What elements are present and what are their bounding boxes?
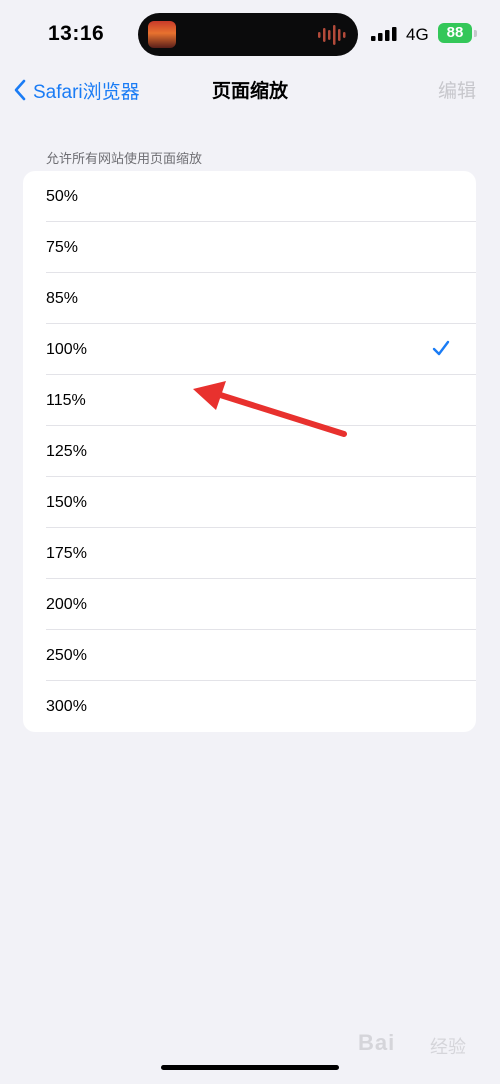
watermark-brand: Bai	[358, 1030, 396, 1055]
zoom-option-label: 50%	[46, 188, 79, 205]
zoom-option-row[interactable]: 125%	[23, 426, 476, 477]
cellular-signal-icon	[371, 27, 397, 41]
navigation-bar: Safari浏览器 页面缩放 编辑	[0, 70, 500, 110]
page-title: 页面缩放	[211, 81, 288, 102]
network-type: 4G	[406, 25, 429, 44]
watermark: Bai 经验	[358, 1022, 478, 1062]
zoom-option-row[interactable]: 75%	[23, 222, 476, 273]
zoom-option-row[interactable]: 85%	[23, 273, 476, 324]
zoom-option-label: 115%	[46, 392, 86, 409]
zoom-option-label: 200%	[46, 596, 87, 613]
audio-waveform-icon	[318, 25, 346, 45]
edit-button[interactable]: 编辑	[438, 76, 476, 103]
zoom-option-label: 175%	[46, 545, 87, 562]
watermark-sub: 经验	[430, 1037, 466, 1057]
status-bar: 13:16 4G 88	[0, 0, 500, 70]
zoom-option-row[interactable]: 200%	[23, 579, 476, 630]
status-time: 13:16	[48, 22, 105, 45]
home-indicator[interactable]	[161, 1065, 339, 1070]
zoom-option-label: 125%	[46, 443, 87, 460]
zoom-option-label: 250%	[46, 647, 87, 664]
zoom-option-label: 100%	[46, 341, 87, 358]
battery-level: 88	[446, 24, 464, 41]
zoom-option-label: 150%	[46, 494, 87, 511]
zoom-option-row[interactable]: 175%	[23, 528, 476, 579]
battery-cap	[474, 30, 477, 37]
zoom-option-label: 75%	[46, 239, 79, 256]
zoom-option-label: 300%	[46, 698, 87, 715]
section-header: 允许所有网站使用页面缩放	[46, 151, 203, 166]
now-playing-artwork	[148, 21, 176, 48]
zoom-option-row[interactable]: 150%	[23, 477, 476, 528]
zoom-option-row[interactable]: 100%	[23, 324, 476, 375]
zoom-option-row[interactable]: 50%	[23, 171, 476, 222]
checkmark-icon	[432, 340, 450, 356]
zoom-options-list: 50% 75% 85% 100% 115% 125% 150% 175% 200% 250% 300…	[23, 171, 476, 732]
battery-icon: 88	[438, 23, 472, 43]
dynamic-island[interactable]	[138, 13, 358, 56]
zoom-option-row[interactable]: 115%	[23, 375, 476, 426]
zoom-option-label: 85%	[46, 290, 79, 307]
zoom-option-row[interactable]: 300%	[23, 681, 476, 732]
zoom-option-row[interactable]: 250%	[23, 630, 476, 681]
